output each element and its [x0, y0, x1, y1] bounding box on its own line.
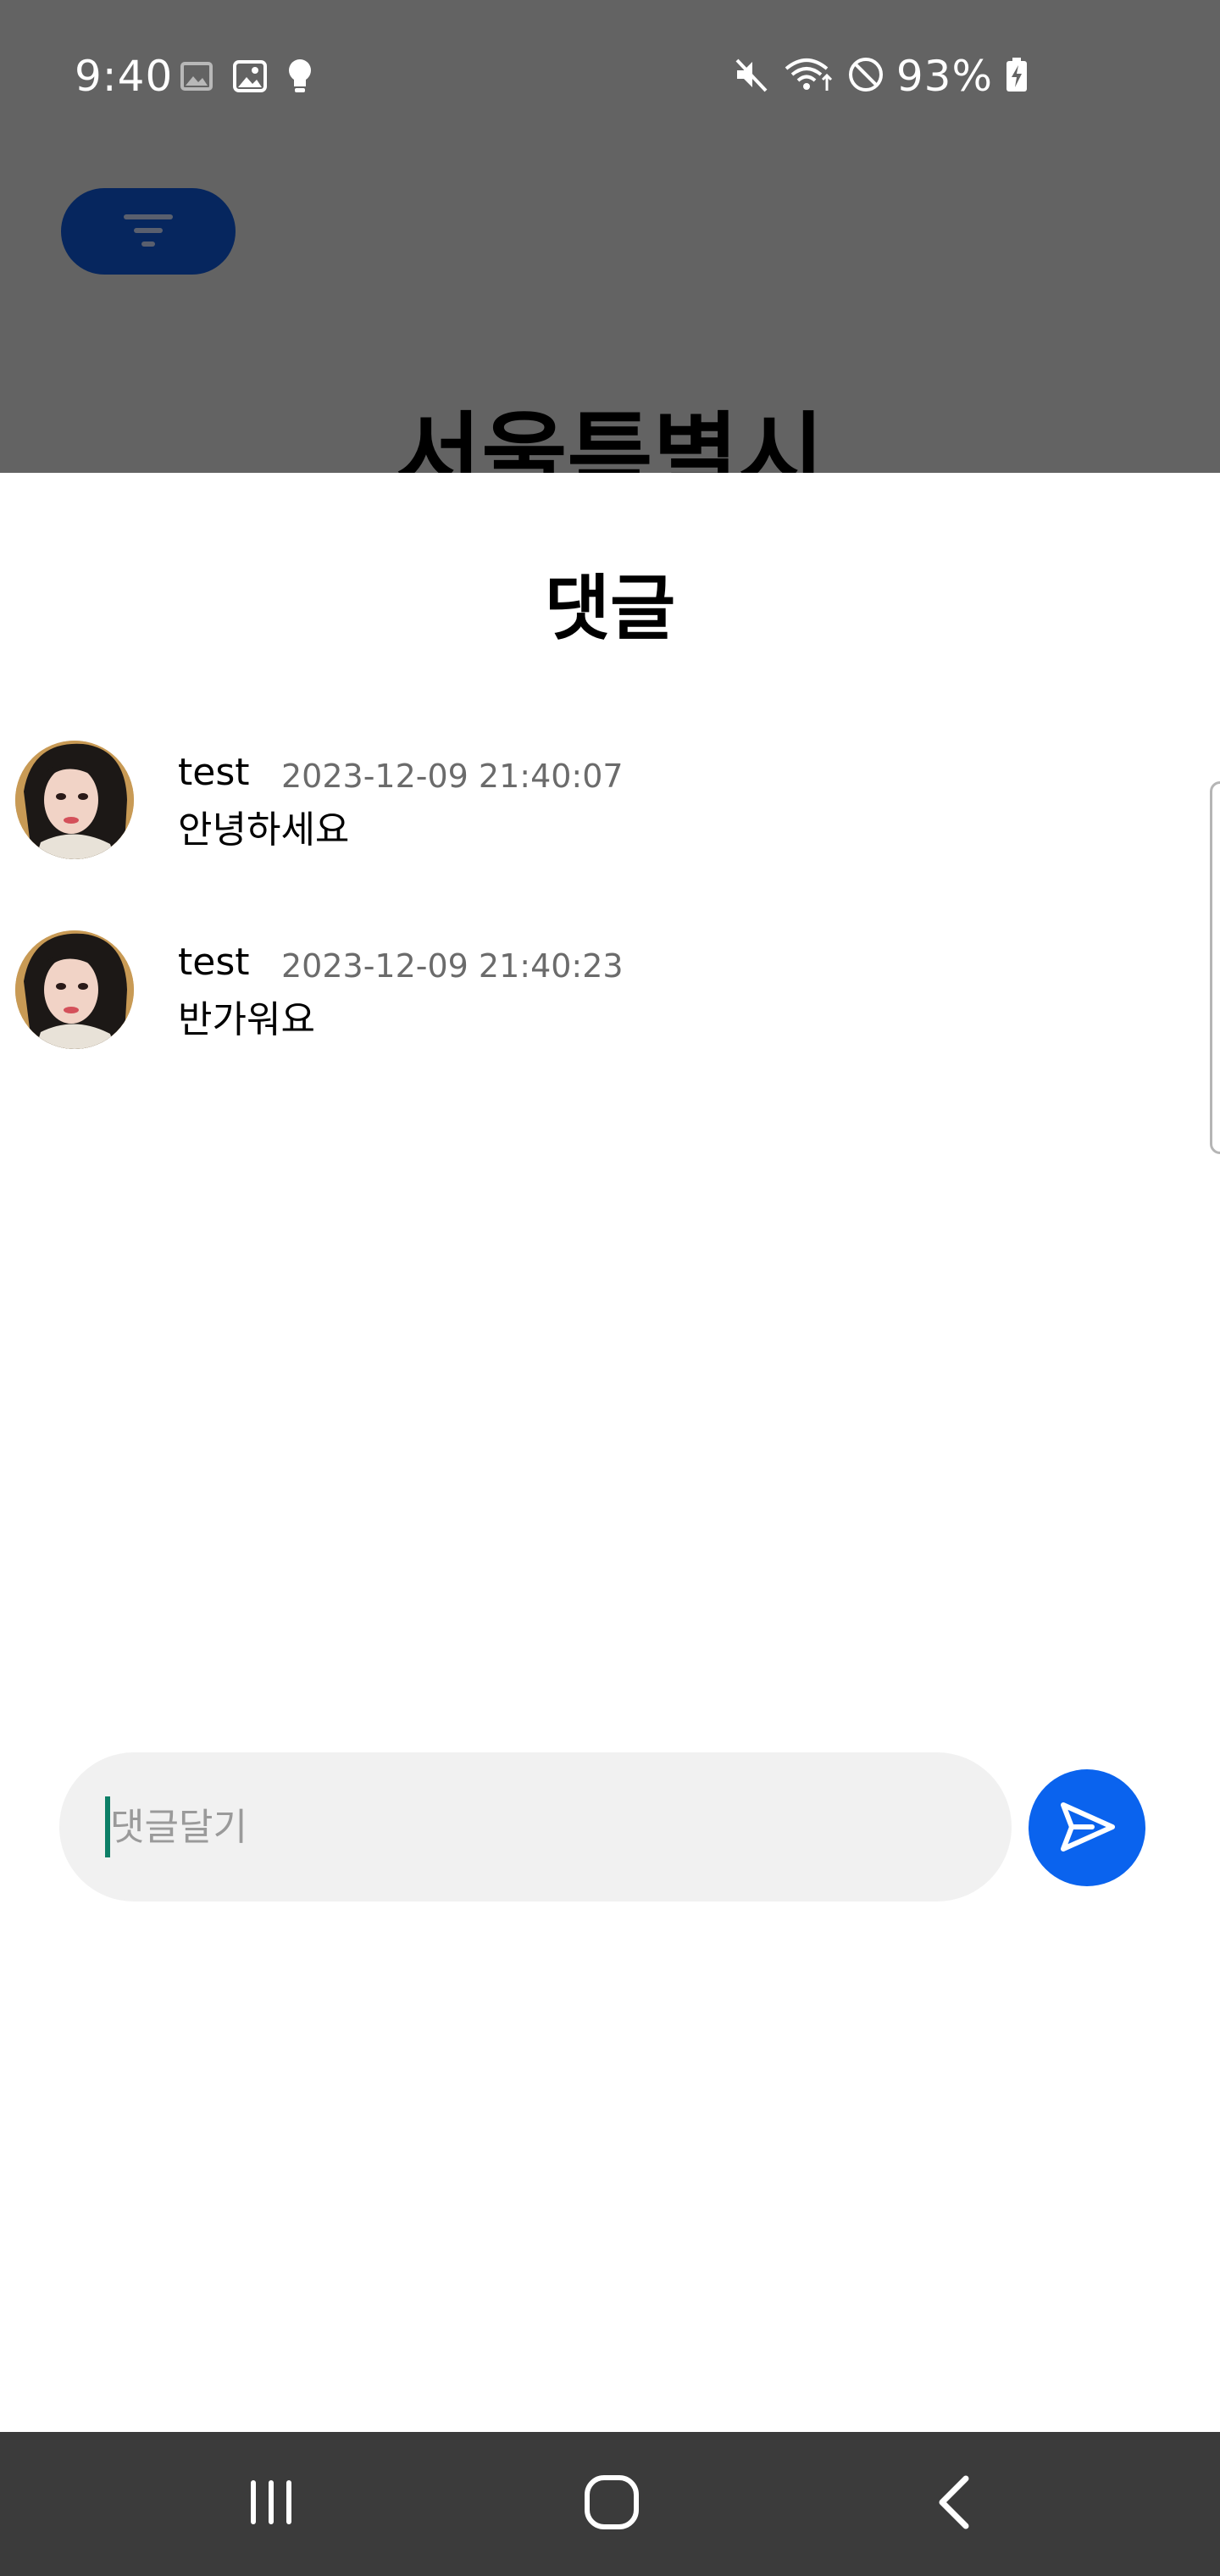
- wifi-icon: [783, 55, 835, 97]
- bulb-icon: [286, 58, 313, 98]
- comment-username: test: [178, 941, 250, 984]
- gallery-icon: [180, 59, 214, 97]
- comment-text: 안녕하세요: [178, 808, 350, 852]
- status-bar: 9:40 93%: [0, 0, 1220, 156]
- comment-text: 반가워요: [178, 998, 315, 1041]
- comment-input[interactable]: [110, 1752, 957, 1901]
- background-title: 서울특별시: [396, 402, 824, 473]
- battery-charging-icon: [1005, 56, 1029, 97]
- send-button[interactable]: [1029, 1769, 1145, 1886]
- avatar[interactable]: [15, 930, 134, 1049]
- comment-timestamp: 2023-12-09 21:40:07: [281, 758, 624, 795]
- status-left-icons: [180, 59, 313, 97]
- recent-apps-icon: [244, 2475, 298, 2533]
- background-page: 서울특별시: [0, 156, 1220, 473]
- status-time: 9:40: [75, 52, 174, 101]
- send-icon: [1056, 1796, 1117, 1860]
- filter-icon: [122, 211, 175, 253]
- home-button[interactable]: [561, 2462, 663, 2546]
- do-not-disturb-icon: [847, 56, 884, 97]
- comment-timestamp: 2023-12-09 21:40:23: [281, 947, 624, 985]
- battery-percent: 93%: [896, 52, 993, 101]
- filter-button[interactable]: [61, 188, 236, 275]
- sheet-title: 댓글: [544, 567, 676, 650]
- status-right-group: 93%: [732, 49, 1029, 103]
- comment-item: test 2023-12-09 21:40:07 안녕하세요: [0, 741, 1220, 868]
- home-icon: [583, 2473, 640, 2534]
- back-icon: [934, 2473, 974, 2534]
- mute-icon: [732, 55, 771, 97]
- comment-item: test 2023-12-09 21:40:23 반가워요: [0, 930, 1220, 1058]
- back-button[interactable]: [903, 2462, 1005, 2546]
- comment-input-container[interactable]: [59, 1752, 1012, 1901]
- edge-panel-handle[interactable]: [1210, 781, 1220, 1154]
- avatar[interactable]: [15, 741, 134, 859]
- navigation-bar: [0, 2432, 1220, 2576]
- comment-sheet: 댓글 test 2023-12-09 21:40:07 안녕하세요 test 2…: [0, 473, 1220, 2432]
- comment-username: test: [178, 751, 250, 794]
- image-icon: [232, 58, 268, 97]
- recent-apps-button[interactable]: [220, 2462, 322, 2546]
